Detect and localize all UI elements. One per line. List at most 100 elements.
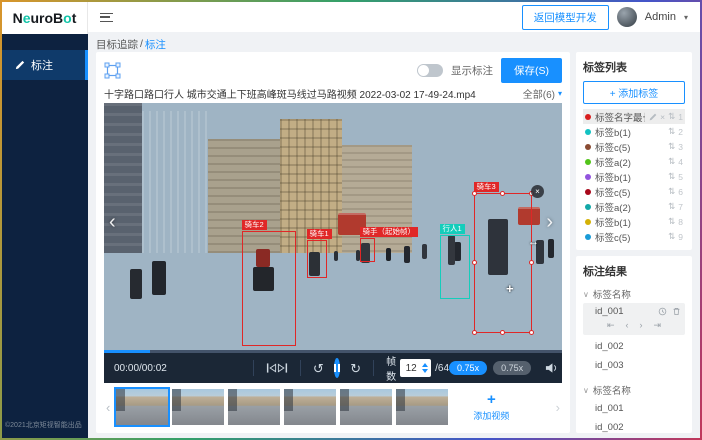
result-item[interactable]: id_001 [583,399,685,418]
back-to-model-dev-button[interactable]: 返回模型开发 [522,5,609,30]
resize-handle[interactable] [472,191,477,196]
result-group-header[interactable]: ∨ 标签名称 [583,287,685,301]
resize-handle[interactable] [529,260,534,265]
bbox-cyclist-3-selected[interactable]: 骑车3 × [474,193,532,333]
prev-frame-icon[interactable] [266,363,277,373]
video-thumbnail[interactable] [284,389,336,425]
tag-row[interactable]: 标签c(5) ⇅9 [583,229,685,244]
time-display: 00:00/00:02 [114,363,167,374]
pedestrian-figure [334,251,338,261]
bbox-pedestrian-1[interactable]: 行人1 [440,235,470,299]
tag-order: 6 [678,187,683,197]
user-avatar[interactable] [617,7,637,27]
frame-total-label: /64 [435,363,449,374]
rewind-10-icon[interactable]: ↺ [313,362,324,375]
sidebar-item-label: 标注 [31,57,53,73]
nav-first-icon[interactable]: ⇤ [607,320,615,331]
frame-number-input[interactable] [400,363,422,374]
tag-row[interactable]: 标签名字最长数... × ⇅ 1 [583,109,685,124]
speed-pill-active[interactable]: 0.75x [449,361,487,375]
bbox-cyclist-1[interactable]: 骑车1 [307,240,327,278]
filmstrip-right-chevron-icon[interactable]: › [554,400,562,415]
tag-row[interactable]: 标签b(1) ⇅2 [583,124,685,139]
nav-next-icon[interactable]: › [640,320,643,331]
trash-icon[interactable] [672,307,681,316]
sort-tag-icon[interactable]: ⇅ [668,126,675,137]
edit-tag-icon[interactable] [649,113,657,121]
history-icon[interactable] [658,307,667,316]
video-thumbnail[interactable] [340,389,392,425]
body-row: 显示标注 保存(S) 十字路口路口行人 城市交通上下班高峰斑马线过马路视频 20… [96,52,692,433]
resize-handle[interactable] [529,330,534,335]
resize-handle[interactable] [500,191,505,196]
sort-tag-icon[interactable]: ⇅ [668,201,675,212]
step-down-icon[interactable] [422,369,428,373]
tag-row[interactable]: 标签a(2) ⇅4 [583,154,685,169]
result-item-selected[interactable]: id_001 ⇤ ‹ › ⇥ [583,303,685,335]
frame-stepper [422,363,428,373]
bbox-rider-startframe[interactable]: 骑手（起始帧） [360,238,375,262]
nav-prev-icon[interactable]: ‹ [626,320,629,331]
tag-row[interactable]: 标签b(1) ⇅8 [583,214,685,229]
resize-handle[interactable] [500,330,505,335]
sort-tag-icon[interactable]: ⇅ [668,111,675,122]
sort-tag-icon[interactable]: ⇅ [668,141,675,152]
step-up-icon[interactable] [422,363,428,367]
annotation-results-card: 标注结果 ∨ 标签名称 id_001 [576,256,692,433]
breadcrumb-parent[interactable]: 目标追踪 [96,37,138,52]
result-item[interactable]: id_003 [583,356,685,375]
filter-dropdown[interactable]: 全部(6) ▾ [515,86,562,101]
resize-handle[interactable] [472,260,477,265]
video-next-chevron-icon[interactable]: › [546,211,553,234]
collapse-menu-icon[interactable] [100,13,113,22]
logo-text: o [63,10,72,26]
crosshair-cursor: + [506,281,514,296]
tag-row[interactable]: 标签c(5) ⇅6 [583,184,685,199]
bbox-cyclist-2[interactable]: 骑车2 [242,231,296,346]
speed-pill-inactive[interactable]: 0.75x [493,361,531,375]
tag-row[interactable]: 标签c(5) ⇅3 [583,139,685,154]
sort-tag-icon[interactable]: ⇅ [668,186,675,197]
nav-last-icon[interactable]: ⇥ [654,320,662,331]
add-video-button[interactable]: + 添加视频 [452,387,530,427]
sort-tag-icon[interactable]: ⇅ [668,171,675,182]
sidebar-item-annotate[interactable]: 标注 [2,50,88,80]
volume-icon[interactable] [545,362,558,374]
filmstrip-left-chevron-icon[interactable]: ‹ [104,400,112,415]
video-thumbnail[interactable] [172,389,224,425]
delete-bbox-icon[interactable]: × [531,185,544,198]
resize-handle[interactable] [472,330,477,335]
video-prev-chevron-icon[interactable]: ‹ [109,211,116,234]
progress-bar[interactable] [104,350,562,353]
user-menu-caret-icon[interactable]: ▾ [684,13,688,22]
sort-tag-icon[interactable]: ⇅ [668,216,675,227]
frame-count-label: 帧数 [386,353,396,383]
bbox-tool-icon[interactable] [104,62,121,79]
forward-10-icon[interactable]: ↻ [350,362,361,375]
username[interactable]: Admin [645,11,676,23]
top-bar: 返回模型开发 Admin ▾ [88,2,700,32]
save-button[interactable]: 保存(S) [501,58,562,83]
add-video-label: 添加视频 [473,409,509,422]
video-thumbnail[interactable] [396,389,448,425]
delete-tag-icon[interactable]: × [660,112,665,122]
next-frame-icon[interactable] [277,363,288,373]
add-tag-button[interactable]: + 添加标签 [583,81,685,104]
result-item[interactable]: id_002 [583,418,685,433]
result-group-header[interactable]: ∨ 标签名称 [583,383,685,397]
sort-tag-icon[interactable]: ⇅ [668,231,675,242]
show-annotation-toggle[interactable] [417,64,443,77]
video-thumbnail-selected[interactable] [116,389,168,425]
pedestrian-figure [386,248,391,261]
breadcrumb: 目标追踪 / 标注 [96,36,692,52]
result-item[interactable]: id_002 [583,337,685,356]
pause-button[interactable] [334,358,341,378]
cyclist-figure [152,261,166,295]
video-thumbnail[interactable] [228,389,280,425]
chevron-down-icon: ∨ [583,290,589,299]
tag-row[interactable]: 标签b(1) ⇅5 [583,169,685,184]
video-frame[interactable]: ‹ › 骑车2 骑车1 骑手（起始帧） 行人1 [104,103,562,350]
thumbnail-image [228,389,280,425]
sort-tag-icon[interactable]: ⇅ [668,156,675,167]
tag-row[interactable]: 标签a(2) ⇅7 [583,199,685,214]
